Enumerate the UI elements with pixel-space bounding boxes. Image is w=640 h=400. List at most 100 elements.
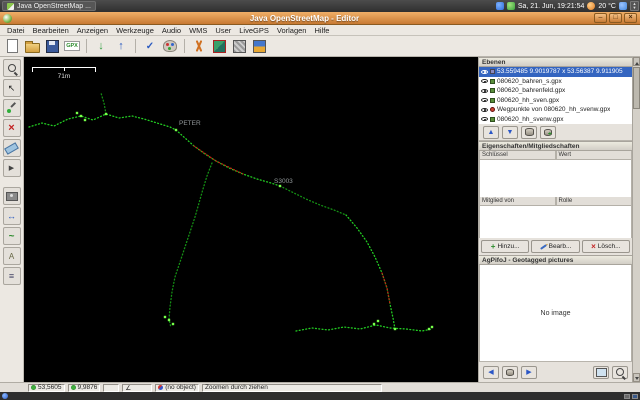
properties-table-body[interactable] [479,160,632,197]
lakewalker-tool-button[interactable] [3,227,21,245]
tray-update-icon[interactable] [507,2,515,10]
menu-werkzeuge[interactable]: Werkzeuge [112,26,158,35]
scrollbar-down-arrow[interactable] [633,373,640,382]
latitude-icon [31,385,36,390]
mappaint-button[interactable] [161,38,179,55]
zoom-best-fit-button[interactable] [593,366,609,379]
close-button[interactable] [624,13,637,23]
map-scale-label: 71m [32,73,96,80]
remove-image-button[interactable] [502,366,518,379]
export-gpx-button[interactable]: GPX [63,38,81,55]
longitude-value: 9,9876 [78,384,98,391]
statusbar: 53,5605 9,9876 ∠ (no object) Zoomen durc… [0,382,640,392]
trash-applet-icon[interactable] [632,394,638,399]
validate-button[interactable] [141,38,159,55]
layers-panel-header[interactable]: Ebenen [479,57,632,67]
annotation-tool-button[interactable] [3,247,21,265]
layer-visible-icon[interactable] [481,70,488,74]
layer-move-down-button[interactable] [502,126,518,139]
menu-hilfe[interactable]: Hilfe [310,26,333,35]
panel-scroll-arrows[interactable]: ▲▼ [630,1,639,11]
delete-tool-button[interactable] [3,119,21,137]
key-column-header[interactable]: Schlüssel [479,151,556,160]
window-titlebar[interactable]: Java OpenStreetMap - Editor [0,12,640,25]
layer-visible-icon[interactable] [481,89,488,93]
menu-wms[interactable]: WMS [185,26,211,35]
new-button[interactable] [3,38,21,55]
hint-field: Zoomen durch ziehen [202,384,382,392]
role-column-header[interactable]: Rolle [556,197,633,206]
scrollbar-thumb[interactable] [633,67,640,109]
preferences-button[interactable] [190,38,208,55]
audio-tool-button[interactable] [3,159,21,177]
zoom-tool-button[interactable] [3,59,21,77]
next-image-button[interactable] [521,366,537,379]
images-toolbar [479,361,632,382]
menu-datei[interactable]: Datei [3,26,29,35]
latitude-field: 53,5605 [28,384,65,392]
member-column-header[interactable]: Mitglied von [479,197,556,206]
layer-visible-icon[interactable] [481,108,488,112]
tray-network-icon[interactable] [496,2,504,10]
object-info-field: (no object) [155,384,199,392]
layer-row[interactable]: 53.559485 9.9019787 x 53.56387 9.911905 [479,67,632,77]
value-column-header[interactable]: Wert [556,151,633,160]
wms-adjust-tool-button[interactable] [3,207,21,225]
select-tool-button[interactable] [3,79,21,97]
menu-vorlagen[interactable]: Vorlagen [273,26,311,35]
layer-name: 080620_hh_sven.gpx [497,97,559,104]
menu-anzeigen[interactable]: Anzeigen [73,26,112,35]
layer-visible-icon[interactable] [481,98,488,102]
properties-panel-header[interactable]: Eigenschaften/Mitgliedschaften [479,141,632,151]
layer-row[interactable]: 080620_hh_svenw.gpx [479,115,632,125]
clock[interactable]: Sa, 21. Jun, 19:21:54 [518,3,585,10]
database-merge-icon [544,129,552,136]
layer-visible-icon[interactable] [481,117,488,121]
layer-move-up-button[interactable] [483,126,499,139]
upload-button[interactable] [112,38,130,55]
maximize-button[interactable] [609,13,622,23]
layer-row[interactable]: 080620_bahren_s.gpx [479,77,632,87]
right-panel-scrollbar[interactable] [632,57,640,382]
taskbar-window-button[interactable]: Java OpenStreetMap ... [2,1,96,11]
menu-bearbeiten[interactable]: Bearbeiten [29,26,73,35]
membership-table-body[interactable] [479,206,632,238]
layer-visible-icon[interactable] [481,79,488,83]
bottom-panel-launcher-icon[interactable] [2,393,8,399]
add-property-button[interactable]: Hinzu... [481,240,529,253]
open-button[interactable] [23,38,41,55]
delete-property-button[interactable]: Lösch... [582,240,630,253]
weather-icon[interactable] [587,2,595,10]
draw-node-tool-button[interactable] [3,99,21,117]
image-zoom-button[interactable] [612,366,628,379]
object-icon [158,385,163,390]
layer-row[interactable]: 080620_bahrenfeld.gpx [479,86,632,96]
magnifier-icon [8,64,16,72]
download-button[interactable] [92,38,110,55]
slippymap-button[interactable] [250,38,268,55]
images-panel-header[interactable]: AgPifoJ - Geotagged pictures [479,255,632,265]
previous-image-button[interactable] [483,366,499,379]
toolbar-separator [135,39,136,53]
minimize-button[interactable] [594,13,607,23]
layer-delete-button[interactable] [521,126,537,139]
workspace-switcher[interactable] [624,394,630,399]
system-tray: Sa, 21. Jun, 19:21:54 20 °C ▲▼ [496,1,640,11]
edit-property-button[interactable]: Bearb... [531,240,579,253]
menu-user[interactable]: User [211,26,235,35]
layer-row[interactable]: 080620_hh_sven.gpx [479,96,632,106]
photo-tool-button[interactable] [3,187,21,205]
map-canvas[interactable]: PETERS3003 71m [24,57,478,382]
layer-merge-button[interactable] [540,126,556,139]
wms-landsat-button[interactable] [210,38,228,55]
menu-audio[interactable]: Audio [158,26,185,35]
scrollbar-up-arrow[interactable] [633,57,640,66]
layer-row[interactable]: Wegpunkte von 080620_hh_svenw.gpx [479,105,632,115]
open-folder-icon [25,43,40,53]
measure-tool-button[interactable] [3,139,21,157]
tray-volume-icon[interactable] [619,2,627,10]
wms-npe-button[interactable] [230,38,248,55]
save-button[interactable] [43,38,61,55]
grid-tool-button[interactable] [3,267,21,285]
menu-livegps[interactable]: LiveGPS [235,26,273,35]
